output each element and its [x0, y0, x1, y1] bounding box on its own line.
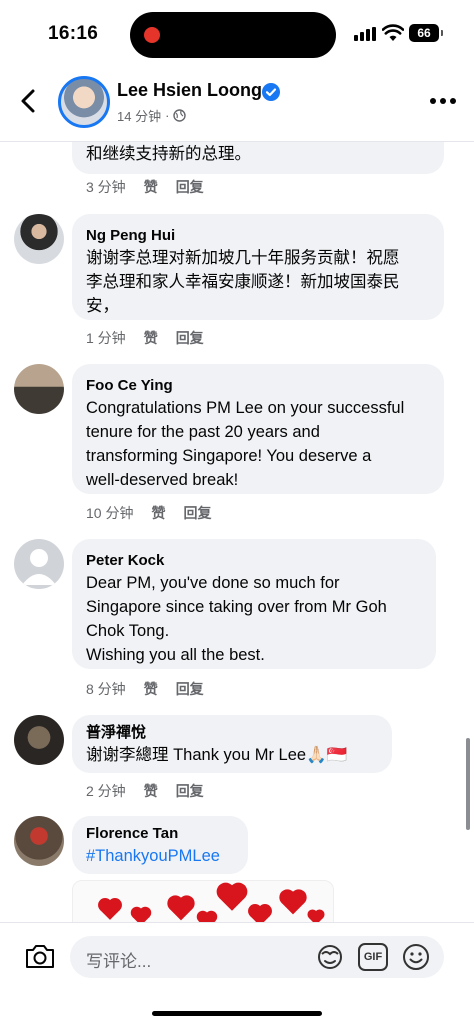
comment-author[interactable]: Florence Tan: [86, 824, 234, 844]
comment-time: 8 分钟: [86, 681, 126, 697]
avatar[interactable]: [14, 816, 64, 866]
page-name[interactable]: Lee Hsien Loong: [117, 80, 262, 101]
home-indicator[interactable]: [152, 1011, 322, 1016]
comment-time: 10 分钟: [86, 505, 134, 521]
comment-time: 1 分钟: [86, 330, 126, 346]
recording-indicator-icon: [144, 27, 160, 43]
comment-author[interactable]: Foo Ce Ying: [86, 376, 430, 396]
comment-author[interactable]: Peter Kock: [86, 551, 422, 571]
avatar[interactable]: [14, 214, 64, 264]
avatar-sticker-icon[interactable]: [316, 944, 344, 970]
like-button[interactable]: 赞: [144, 679, 158, 699]
like-button[interactable]: 赞: [144, 177, 158, 197]
comments-list: 和继续支持新的总理。 3 分钟 赞 回复 Ng Peng Hui 谢谢李总理对新…: [0, 142, 474, 922]
wifi-icon: [382, 24, 404, 41]
like-button[interactable]: 赞: [144, 328, 158, 348]
comment-bubble: Ng Peng Hui 谢谢李总理对新加坡几十年服务贡献！祝愿 李总理和家人幸福…: [72, 214, 444, 320]
more-icon[interactable]: [430, 98, 456, 106]
comment-author[interactable]: 普淨禪悅: [86, 723, 378, 743]
dynamic-island: [130, 12, 336, 58]
comment-author[interactable]: Ng Peng Hui: [86, 226, 430, 246]
comment-meta: 8 分钟 赞 回复: [86, 679, 204, 699]
hashtag-link[interactable]: #ThankyouPMLee: [86, 844, 234, 868]
avatar[interactable]: [14, 539, 64, 589]
reply-button[interactable]: 回复: [176, 679, 204, 699]
comment-bubble: Florence Tan #ThankyouPMLee: [72, 816, 248, 874]
comment-meta: 3 分钟 赞 回复: [86, 177, 204, 197]
comment-composer: 写评论... GIF: [0, 922, 474, 1000]
avatar[interactable]: [14, 364, 64, 414]
comment-time: 3 分钟: [86, 179, 126, 195]
default-avatar-icon: [22, 549, 56, 585]
comment-time: 2 分钟: [86, 783, 126, 799]
reply-button[interactable]: 回复: [176, 177, 204, 197]
comment-text: Congratulations PM Lee on your successfu…: [86, 399, 405, 489]
post-timestamp: 14 分钟: [117, 109, 162, 124]
avatar[interactable]: [14, 715, 64, 765]
comment-input[interactable]: 写评论... GIF: [70, 936, 444, 978]
post-header: Lee Hsien Loong 14 分钟 ·: [0, 66, 474, 142]
reply-button[interactable]: 回复: [176, 781, 204, 801]
gif-icon[interactable]: GIF: [358, 943, 388, 971]
comment-text: 谢谢李总理对新加坡几十年服务贡献！祝愿 李总理和家人幸福安康顺遂！新加坡国泰民 …: [86, 249, 400, 315]
comment-image[interactable]: [72, 880, 334, 922]
like-button[interactable]: 赞: [151, 503, 165, 523]
comment-text: 谢谢李總理 Thank you Mr Lee🙏🏻🇸🇬: [86, 746, 348, 764]
status-bar: 16:16 66: [0, 0, 474, 66]
comment-text: 和继续支持新的总理。: [86, 145, 251, 163]
comment-input-placeholder: 写评论...: [86, 952, 152, 971]
comment-bubble: Peter Kock Dear PM, you've done so much …: [72, 539, 436, 669]
camera-icon[interactable]: [24, 942, 56, 970]
status-time: 16:16: [48, 23, 99, 44]
globe-icon: [173, 109, 187, 122]
battery-icon: 66: [409, 24, 443, 42]
screen: 16:16 66 Lee Hsien Loong 14 分钟 · 和继续支持新的…: [0, 0, 474, 1025]
comment-bubble: 普淨禪悅 谢谢李總理 Thank you Mr Lee🙏🏻🇸🇬: [72, 715, 392, 773]
cellular-signal-icon: [354, 27, 376, 41]
scrollbar[interactable]: [466, 738, 470, 830]
comment-bubble: Foo Ce Ying Congratulations PM Lee on yo…: [72, 364, 444, 494]
emoji-icon[interactable]: [402, 943, 430, 971]
back-icon[interactable]: [16, 88, 42, 114]
reply-button[interactable]: 回复: [183, 503, 211, 523]
page-avatar[interactable]: [58, 76, 110, 128]
post-meta: 14 分钟 ·: [117, 106, 187, 125]
comment-meta: 1 分钟 赞 回复: [86, 328, 204, 348]
reply-button[interactable]: 回复: [176, 328, 204, 348]
verified-icon: [262, 83, 280, 101]
comment-meta: 2 分钟 赞 回复: [86, 781, 204, 801]
comment-meta: 10 分钟 赞 回复: [86, 503, 211, 523]
like-button[interactable]: 赞: [144, 781, 158, 801]
comment-text: Dear PM, you've done so much for Singapo…: [86, 574, 387, 664]
